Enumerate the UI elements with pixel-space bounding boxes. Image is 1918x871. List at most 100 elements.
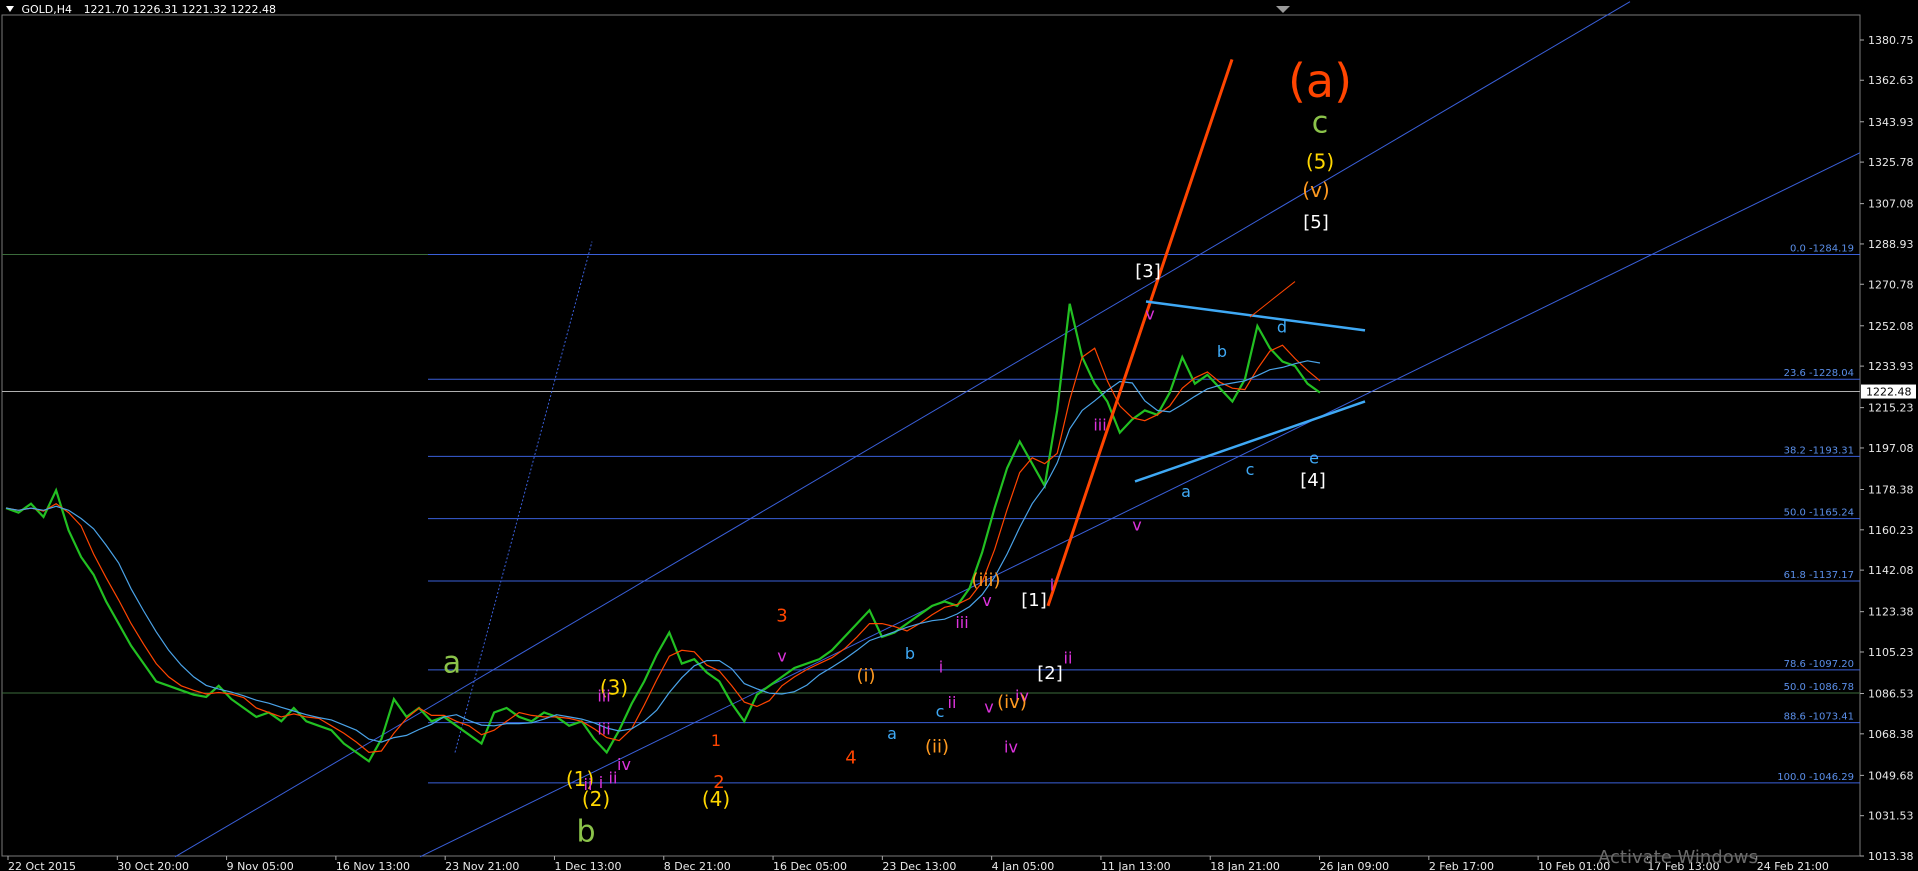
fib-level-label: 23.6 -1228.04 bbox=[1784, 368, 1854, 379]
wave-label: (iii) bbox=[971, 570, 1000, 591]
wave-d-line bbox=[1249, 281, 1296, 318]
y-tick-label: 1252.08 bbox=[1868, 320, 1914, 333]
y-tick-label: 1197.08 bbox=[1868, 442, 1914, 455]
y-tick-label: 1270.78 bbox=[1868, 278, 1914, 291]
x-tick-label: 30 Oct 20:00 bbox=[117, 860, 189, 871]
y-tick-label: 1105.23 bbox=[1868, 646, 1914, 659]
current-price-label: 1222.48 bbox=[1866, 386, 1912, 399]
wave-label: i bbox=[939, 657, 943, 676]
y-tick-label: 1178.38 bbox=[1868, 483, 1914, 496]
y-tick-label: 1086.53 bbox=[1868, 688, 1914, 701]
wave-label: ii bbox=[609, 769, 618, 788]
x-tick-label: 24 Feb 21:00 bbox=[1757, 860, 1829, 871]
fib-level-label: 100.0 -1046.29 bbox=[1777, 772, 1854, 783]
wave-label: c bbox=[936, 702, 945, 721]
wave-label: iii bbox=[597, 686, 610, 705]
wave-label: iii bbox=[1093, 415, 1106, 434]
wave-label: d bbox=[1277, 318, 1287, 337]
fib-level-label: 38.2 -1193.31 bbox=[1784, 445, 1854, 456]
y-tick-label: 1215.23 bbox=[1868, 402, 1914, 415]
x-tick-label: 23 Dec 13:00 bbox=[882, 860, 956, 871]
y-tick-label: 1068.38 bbox=[1868, 728, 1914, 741]
wave-label: i bbox=[1050, 575, 1054, 594]
wave-label: (a) bbox=[1288, 54, 1352, 108]
fib-level-label: 50.0 -1165.24 bbox=[1784, 508, 1854, 519]
activate-windows-watermark: Activate Windows bbox=[1598, 847, 1758, 868]
y-tick-label: 1031.53 bbox=[1868, 810, 1914, 823]
wave-label: 4 bbox=[845, 748, 856, 769]
wave-label: b bbox=[905, 644, 915, 663]
wave-label: [2] bbox=[1037, 663, 1063, 684]
wave-label: e bbox=[1309, 449, 1319, 468]
wave-label: [3] bbox=[1135, 261, 1161, 282]
wave-label: iii bbox=[955, 613, 968, 632]
wave-label: (4) bbox=[702, 787, 730, 811]
wave-label: a bbox=[1181, 482, 1191, 501]
x-tick-label: 18 Jan 21:00 bbox=[1210, 860, 1280, 871]
wave-label: b bbox=[576, 814, 595, 849]
wave-label: [5] bbox=[1303, 212, 1329, 233]
wave-label: v bbox=[982, 591, 991, 610]
fib-level-label: 0.0 -1284.19 bbox=[1790, 243, 1854, 254]
wave-label: v bbox=[1132, 515, 1141, 534]
x-tick-label: 26 Jan 09:00 bbox=[1320, 860, 1390, 871]
moving-average-fast bbox=[5, 344, 1321, 754]
wave-label: a bbox=[443, 645, 461, 680]
y-tick-label: 1049.68 bbox=[1868, 769, 1914, 782]
y-tick-label: 1362.63 bbox=[1868, 74, 1914, 87]
wave-label: [1] bbox=[1021, 590, 1047, 611]
y-tick-label: 1233.93 bbox=[1868, 360, 1914, 373]
wave-label: [4] bbox=[1300, 470, 1326, 491]
x-tick-label: 11 Jan 13:00 bbox=[1101, 860, 1171, 871]
wave-label: c bbox=[1246, 460, 1255, 479]
wave-label: ii bbox=[948, 693, 957, 712]
x-tick-label: 16 Dec 05:00 bbox=[773, 860, 847, 871]
channel-lower-line bbox=[419, 152, 1861, 858]
wave-label: v bbox=[1145, 304, 1154, 323]
plot-frame bbox=[1, 14, 1861, 857]
triangle-upper-line bbox=[1145, 300, 1366, 332]
fib-level-label: 61.8 -1137.17 bbox=[1784, 570, 1854, 581]
wave-label: (ii) bbox=[925, 736, 949, 757]
x-tick-label: 1 Dec 13:00 bbox=[554, 860, 621, 871]
wave-label: c bbox=[1312, 106, 1329, 141]
y-tick-label: 1123.38 bbox=[1868, 606, 1914, 619]
y-tick-label: 1160.23 bbox=[1868, 524, 1914, 537]
wave-label: a bbox=[887, 724, 897, 743]
wave-label: b bbox=[1217, 342, 1227, 361]
scroll-marker-icon bbox=[1276, 6, 1290, 13]
x-tick-label: 9 Nov 05:00 bbox=[227, 860, 294, 871]
fib-level-label: 88.6 -1073.41 bbox=[1784, 712, 1854, 723]
wave-label: (iv) bbox=[997, 692, 1027, 713]
x-tick-label: 2 Feb 17:00 bbox=[1429, 860, 1494, 871]
y-tick-label: 1325.78 bbox=[1868, 156, 1914, 169]
y-tick-label: 1013.38 bbox=[1868, 850, 1914, 863]
y-tick-label: 1380.75 bbox=[1868, 34, 1914, 47]
x-tick-label: 23 Nov 21:00 bbox=[445, 860, 519, 871]
wave-label: v bbox=[777, 646, 786, 665]
wave-label: 3 bbox=[776, 605, 787, 626]
wave-label: (v) bbox=[1302, 178, 1329, 202]
y-tick-label: 1307.08 bbox=[1868, 198, 1914, 211]
wave-label: v bbox=[984, 697, 993, 716]
fib-level-label: 78.6 -1097.20 bbox=[1784, 659, 1854, 670]
x-tick-label: 4 Jan 05:00 bbox=[992, 860, 1055, 871]
price-chart[interactable]: 1380.75 1362.63 1343.93 1325.78 1307.08 1288.… bbox=[0, 0, 1918, 871]
wave-label: iii bbox=[597, 720, 610, 739]
wave-label: (5) bbox=[1306, 149, 1334, 173]
wave-label: iv bbox=[617, 755, 631, 774]
wave-label: iv bbox=[1004, 737, 1018, 756]
fib-level-label: 50.0 -1086.78 bbox=[1784, 682, 1854, 693]
y-tick-label: 1288.93 bbox=[1868, 238, 1914, 251]
y-tick-label: 1142.08 bbox=[1868, 564, 1914, 577]
wave-label: (i) bbox=[856, 665, 875, 686]
dotted-projection-line bbox=[454, 241, 593, 753]
y-tick-label: 1343.93 bbox=[1868, 116, 1914, 129]
wave-label: (2) bbox=[582, 787, 610, 811]
x-tick-label: 16 Nov 13:00 bbox=[336, 860, 410, 871]
wave-label: 1 bbox=[711, 731, 721, 750]
channel-upper-line bbox=[174, 1, 1631, 858]
x-tick-label: 8 Dec 21:00 bbox=[664, 860, 731, 871]
moving-average-slow bbox=[5, 360, 1321, 743]
wave-label: ii bbox=[1064, 649, 1073, 668]
